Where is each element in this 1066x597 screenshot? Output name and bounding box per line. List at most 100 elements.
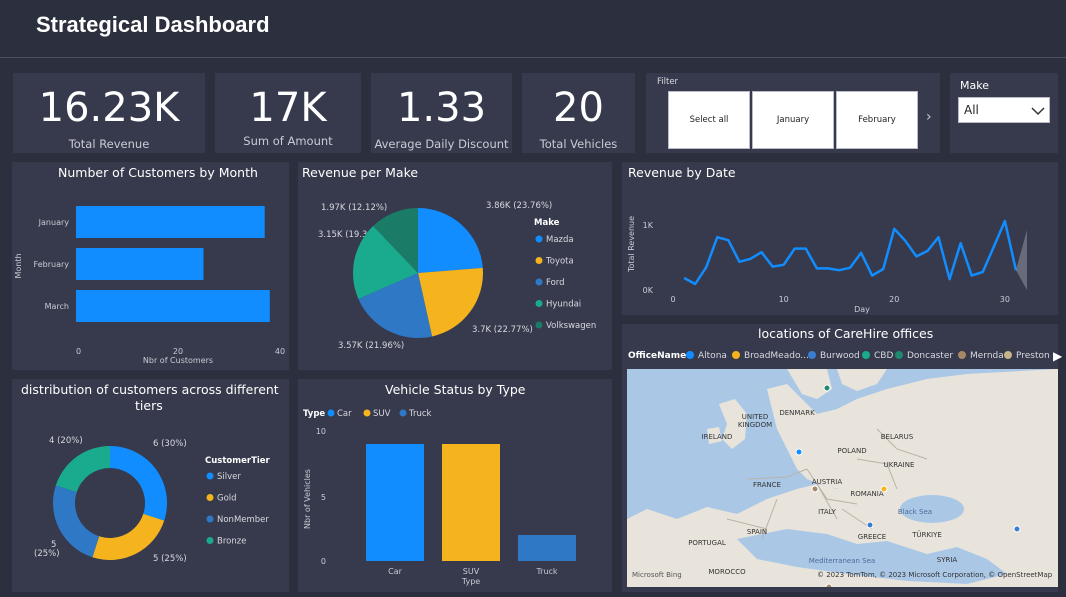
slice-silver [110,446,167,521]
slice-bronze [55,446,110,493]
filter-january-button[interactable]: January [752,91,834,149]
map-copyright: © 2023 TomTom, © 2023 Microsoft Corporat… [817,571,1053,579]
legend-next-icon[interactable]: ▶ [1053,349,1062,363]
customer-tiers-visual: distribution of customers across differe… [12,379,289,592]
revenue-line [683,219,1018,286]
legend-label: Altona [698,351,727,361]
legend-dot [686,351,694,359]
map-place-label: IRELAND [702,433,733,441]
europe-map[interactable]: UNITEDKINGDOM DENMARK IRELAND BELARUS POLAND… [627,369,1058,587]
legend-dot [1004,351,1012,359]
slice-label: 4 (20%) [49,436,83,446]
kpi-average-daily-discount[interactable]: 1.33 Average Daily Discount [371,73,512,153]
slice-label: 3.57K (21.96%) [338,341,404,351]
make-slicer: Make All [950,73,1058,153]
slice-mazda [418,208,483,273]
kpi-value: 16.23K [38,85,180,131]
kpi-label: Average Daily Discount [374,137,509,151]
office-legend-item[interactable]: Doncaster [895,351,953,361]
office-pin [866,521,874,529]
y-axis-tick: 1K [643,221,654,230]
legend-dot [206,472,214,480]
x-axis-tick: 40 [275,347,285,356]
customers-by-month-chart: Month 0 20 40 Nbr of Customers January Fe… [14,206,285,365]
filter-select-all-button[interactable]: Select all [668,91,750,149]
map-place-label: ITALY [818,508,837,516]
legend-item: Toyota [545,257,574,267]
x-axis-tick: 0 [76,347,81,356]
legend-item: Truck [408,409,431,419]
y-axis-tick: March [45,302,69,311]
legend-dot [206,494,214,501]
y-axis-tick: 10 [316,427,326,436]
slice-label: (25%) [34,549,60,559]
map-place-label: FRANCE [753,481,781,489]
y-axis-label: Nbr of Vehicles [303,469,312,529]
office-legend-item[interactable]: Preston [1004,351,1050,361]
make-title: Make [960,79,989,92]
slice-label: 3.7K (22.77%) [472,325,533,335]
legend-label: Mernda [970,351,1004,361]
legend-item: Bronze [217,537,246,547]
kpi-total-vehicles[interactable]: 20 Total Vehicles [522,73,635,153]
legend-label: CBD [874,351,894,361]
make-dropdown[interactable]: All [958,97,1050,123]
office-pin [825,583,833,587]
kpi-label: Total Revenue [68,137,150,151]
legend-title: Type [303,409,325,419]
kpi-value: 1.33 [396,85,487,131]
filter-february-button[interactable]: February [836,91,918,149]
page-title: Strategical Dashboard [36,12,270,37]
legend-dot [363,409,371,417]
y-axis-tick: 5 [321,493,326,502]
slice-nonmember [53,485,100,558]
map-place-label: UKRAINE [884,461,915,469]
legend-title: OfficeName [628,351,687,361]
y-axis-tick: 0 [321,557,326,566]
legend-label: BroadMeado... [744,351,809,361]
map-place-label: MOROCCO [708,568,746,576]
y-axis-tick: 0K [643,286,654,295]
map-place-label: TÜRKIYE [911,530,942,539]
chevron-right-icon[interactable]: › [926,109,932,125]
kpi-total-revenue[interactable]: 16.23K Total Revenue [13,73,205,153]
legend-label: Burwood [820,351,860,361]
map-place-label: PORTUGAL [688,539,726,547]
legend-dot [958,351,966,359]
revenue-by-date-visual: Revenue by Date Total Revenue 1K 0K Day … [622,162,1058,315]
legend-item: Volkswagen [546,321,596,331]
customer-tiers-chart: 6 (30%) 5 (25%) 5 (25%) 4 (20%) Customer… [34,436,271,564]
office-legend-item[interactable]: Altona [686,351,727,361]
legend-dot [327,409,335,417]
office-legend-item[interactable]: BroadMeado... [732,351,809,361]
legend-item: Car [337,409,352,419]
legend-dot [399,409,407,417]
legend-dot [535,235,543,243]
map-place-label: UNITED [742,413,769,421]
x-axis-tick: Car [388,567,402,576]
office-legend-item[interactable]: Mernda [958,351,1004,361]
kpi-sum-of-amount[interactable]: 17K Sum of Amount [215,73,361,153]
x-axis-tick: 0 [671,295,676,304]
legend-dot [535,257,543,264]
map-place-label: AUSTRIA [812,478,843,486]
legend-title: CustomerTier [205,456,271,466]
office-pin [811,485,819,493]
filter-slicer: Filter Select all January February › [646,73,940,153]
office-legend-item[interactable]: CBD [862,351,893,361]
vehicle-status-chart: Type Nbr of Vehicles 10 5 0 Type Car SUV T… [303,409,576,586]
customers-by-month-visual: Number of Customers by Month Month 0 20 … [12,162,289,370]
legend-dot [535,300,543,307]
x-axis-label: Nbr of Customers [143,356,213,365]
revenue-by-date-chart: Total Revenue 1K 0K Day 0 10 20 30 [627,216,1027,314]
legend-dot [895,351,903,359]
kpi-label: Total Vehicles [539,137,618,151]
make-selected: All [964,103,979,117]
slice-label: 5 (25%) [153,554,187,564]
x-axis-tick: 10 [779,295,789,304]
map-place-label: KINGDOM [738,421,772,429]
map-place-label: Black Sea [898,508,932,516]
y-axis-label: Month [14,253,23,278]
visual-title: locations of CareHire offices [758,326,934,341]
office-legend-item[interactable]: Burwood [808,351,860,361]
